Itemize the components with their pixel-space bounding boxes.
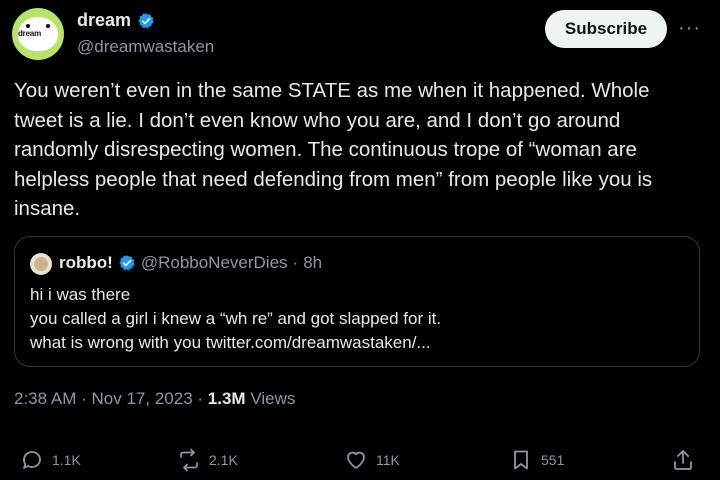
repost-icon xyxy=(180,448,198,472)
quoted-author-handle: @RobboNeverDies xyxy=(140,253,288,272)
views-label: Views xyxy=(250,389,296,408)
quoted-timestamp: 8h xyxy=(303,253,323,272)
separator-dot: · xyxy=(292,253,299,272)
reply-icon xyxy=(23,451,41,469)
avatar-logo-text: dream xyxy=(18,29,42,38)
verified-badge-icon[interactable] xyxy=(137,12,155,30)
tweet-date[interactable]: Nov 17, 2023 xyxy=(92,389,193,408)
author-handle[interactable]: @dreamwastaken xyxy=(77,37,214,57)
quoted-tweet-text: hi i was there you called a girl i knew … xyxy=(30,285,442,352)
heart-icon xyxy=(347,451,365,469)
tweet-time[interactable]: 2:38 AM xyxy=(14,389,76,408)
author-name-row: dream xyxy=(77,10,155,31)
bookmark-icon xyxy=(514,450,528,470)
reply-count: 1.1K xyxy=(52,452,81,468)
quoted-header: robbo! @RobboNeverDies · 8h xyxy=(59,253,322,273)
like-count: 11K xyxy=(376,452,400,468)
subscribe-button[interactable]: Subscribe xyxy=(545,10,667,48)
views-count: 1.3M xyxy=(207,389,246,408)
avatar-eye xyxy=(46,24,50,28)
author-name[interactable]: dream xyxy=(77,10,131,31)
quoted-verified-badge-icon xyxy=(119,255,135,271)
more-options-icon[interactable]: ··· xyxy=(678,17,701,40)
bookmark-button[interactable]: 551 xyxy=(509,448,564,472)
bookmark-count: 551 xyxy=(541,452,565,468)
repost-button[interactable]: 2.1K xyxy=(177,448,238,472)
separator-dot: · xyxy=(197,389,204,408)
like-button[interactable]: 11K xyxy=(344,448,400,472)
share-button[interactable] xyxy=(671,448,695,472)
separator-dot: · xyxy=(81,389,87,408)
repost-count: 2.1K xyxy=(209,452,238,468)
avatar-eye xyxy=(26,24,30,28)
tweet-text: You weren’t even in the same STATE as me… xyxy=(14,79,653,220)
quoted-tweet[interactable]: robbo! @RobboNeverDies · 8h hi i was the… xyxy=(14,236,700,367)
action-bar: 1.1K 2.1K 11K 551 xyxy=(0,444,720,480)
reply-button[interactable]: 1.1K xyxy=(20,448,81,472)
quoted-author-name: robbo! xyxy=(59,253,113,272)
quoted-avatar xyxy=(30,253,52,275)
share-icon xyxy=(674,450,692,470)
tweet-meta: 2:38 AM · Nov 17, 2023 · 1.3M Views xyxy=(14,389,295,409)
avatar[interactable]: dream xyxy=(12,8,64,60)
